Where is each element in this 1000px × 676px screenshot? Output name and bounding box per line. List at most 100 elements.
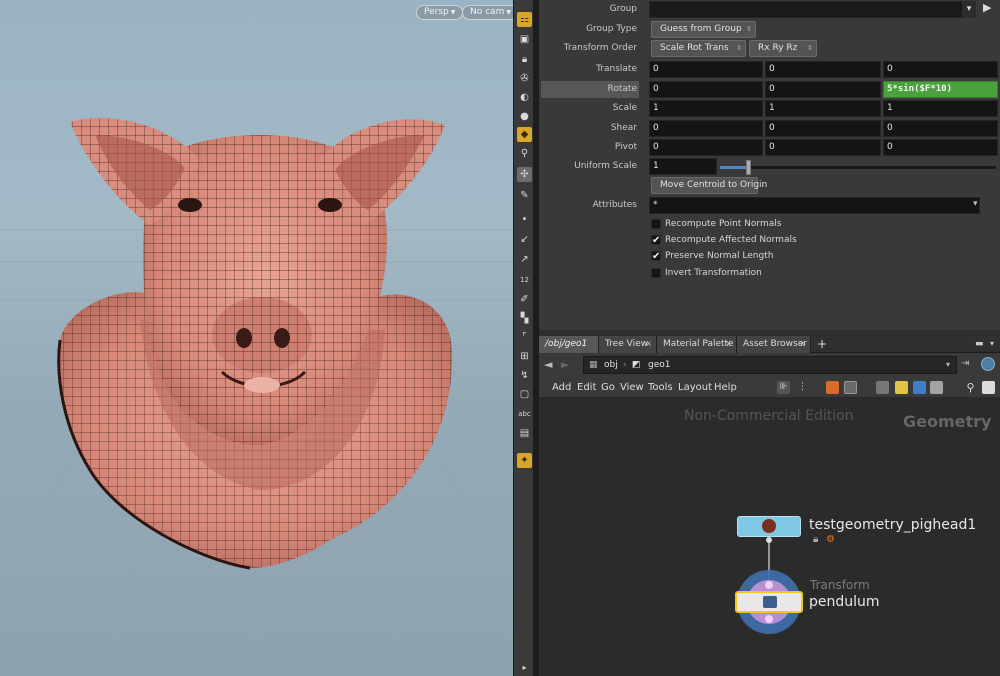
move-centroid-button[interactable]: Move Centroid to Origin — [651, 177, 767, 194]
ghost-icon[interactable]: ✇ — [517, 71, 532, 86]
close-icon[interactable]: × — [645, 336, 652, 352]
layout-icon[interactable]: ⊪ — [777, 381, 790, 394]
rotate-x-field[interactable]: 0 — [649, 81, 763, 98]
pivot-x-field[interactable]: 0 — [649, 139, 763, 156]
menu-edit[interactable]: Edit — [577, 378, 596, 398]
rotate-order-menu[interactable]: Rx Ry Rz ⇳ — [749, 40, 817, 57]
scale-z-field[interactable]: 1 — [883, 100, 998, 117]
scale-x-field[interactable]: 1 — [649, 100, 763, 117]
group-dropdown-icon[interactable]: ▾ — [962, 1, 976, 18]
pivot-z-field[interactable]: 0 — [883, 139, 998, 156]
uniform-scale-slider-handle[interactable] — [746, 160, 751, 175]
pane-menu-icon[interactable]: ▬ — [975, 336, 984, 352]
grid-icon[interactable] — [826, 381, 839, 394]
object-icon[interactable]: ▢ — [517, 387, 532, 402]
pighead-node-name[interactable]: testgeometry_pighead1 — [809, 517, 976, 533]
lock-camera-icon[interactable]: 🔒︎ — [517, 52, 532, 67]
pendulum-node-name[interactable]: pendulum — [809, 594, 880, 610]
light-bulb-icon[interactable]: ✦ — [517, 453, 532, 468]
menu-tools[interactable]: Tools — [648, 378, 673, 398]
tab-tree-view[interactable]: Tree View × — [599, 336, 657, 353]
group-field[interactable] — [649, 1, 976, 18]
tree-icon[interactable]: ⋮ — [796, 381, 809, 394]
translate-x-field[interactable]: 0 — [649, 61, 763, 78]
search-icon[interactable]: ⚲ — [964, 381, 977, 394]
close-icon[interactable]: × — [799, 336, 806, 352]
testgeometry-pighead-node[interactable] — [737, 516, 801, 537]
pivot-label: Pivot — [614, 142, 637, 152]
recompute-affected-normals-checkbox[interactable]: ✔ — [651, 235, 661, 246]
scale-y-field[interactable]: 1 — [765, 100, 881, 117]
shear-x-field[interactable]: 0 — [649, 120, 763, 137]
sticky-note-icon[interactable] — [895, 381, 908, 394]
back-arrow-icon[interactable]: ◄ — [544, 358, 558, 372]
display-icon[interactable]: ✣ — [517, 167, 532, 182]
normal-icon[interactable]: ↙ — [517, 232, 532, 247]
menu-layout[interactable]: Layout — [678, 378, 712, 398]
visualize-icon[interactable]: ✎ — [517, 188, 532, 203]
menu-view[interactable]: View — [620, 378, 644, 398]
perspective-menu-button[interactable]: Persp ▼ — [416, 5, 464, 20]
breadcrumb-obj[interactable]: obj — [604, 357, 618, 373]
select-icon[interactable]: ◆ — [517, 127, 532, 142]
shear-z-field[interactable]: 0 — [883, 120, 998, 137]
vertex-icon[interactable]: ⊞ — [517, 349, 532, 364]
point-icon[interactable]: • — [517, 212, 532, 227]
pighead-mesh[interactable] — [0, 0, 513, 676]
attributes-dropdown-icon[interactable]: ▾ — [973, 199, 978, 209]
preserve-normal-length-checkbox[interactable]: ✔ — [651, 251, 661, 262]
menu-go[interactable]: Go — [601, 378, 615, 398]
network-box-icon[interactable] — [913, 381, 926, 394]
expand-icon[interactable]: ▸ — [517, 660, 532, 675]
thumbnail-icon[interactable] — [844, 381, 857, 394]
menu-add[interactable]: Add — [552, 378, 571, 398]
add-tab-icon[interactable]: + — [817, 336, 827, 352]
pivot-y-field[interactable]: 0 — [765, 139, 881, 156]
pin-pane-icon[interactable]: ⇥ — [961, 358, 969, 369]
invert-transformation-checkbox[interactable] — [651, 268, 661, 278]
uv-icon[interactable]: ↯ — [517, 368, 532, 383]
shading-icon[interactable]: ◐ — [517, 90, 532, 105]
breadcrumb-geo1[interactable]: geo1 — [648, 357, 670, 373]
scene-viewport[interactable]: Persp ▼ No cam ▼ — [0, 0, 513, 676]
border-icon[interactable]: ⌜ — [517, 330, 532, 345]
camera-label: No cam — [470, 7, 505, 17]
forward-arrow-icon[interactable]: ► — [561, 358, 575, 372]
menu-help[interactable]: Help — [714, 378, 737, 398]
select-arrow-icon[interactable]: ▶ — [983, 1, 991, 14]
path-dropdown-icon[interactable]: ▾ — [946, 357, 950, 373]
tab-material-palette[interactable]: Material Palette × — [657, 336, 737, 353]
uniform-scale-field[interactable]: 1 — [649, 158, 717, 175]
rotate-y-field[interactable]: 0 — [765, 81, 881, 98]
handle-icon[interactable]: ⚲ — [517, 146, 532, 161]
camera-menu-button[interactable]: No cam ▼ — [462, 5, 513, 20]
display-options-icon[interactable]: ⚏ — [517, 12, 532, 27]
brush-icon[interactable]: ✐ — [517, 292, 532, 307]
camera-icon[interactable] — [982, 381, 995, 394]
attributes-field[interactable]: * — [649, 197, 980, 214]
translate-z-field[interactable]: 0 — [883, 61, 998, 78]
pendulum-transform-node[interactable] — [735, 591, 803, 613]
close-icon[interactable]: × — [725, 336, 732, 352]
number-icon[interactable]: 12 — [517, 272, 532, 287]
translate-y-field[interactable]: 0 — [765, 61, 881, 78]
snapshot-icon[interactable]: ▣ — [517, 32, 532, 47]
palette-icon[interactable] — [930, 381, 943, 394]
image-icon[interactable] — [876, 381, 889, 394]
abc-text-icon[interactable]: abc — [517, 406, 532, 421]
recompute-point-normals-checkbox[interactable] — [651, 219, 661, 229]
tab-asset-browser[interactable]: Asset Browser × — [737, 336, 811, 353]
shear-y-field[interactable]: 0 — [765, 120, 881, 137]
pane-dropdown-icon[interactable]: ▾ — [990, 336, 994, 352]
rotate-z-expression-field[interactable]: 5*sin($F*10) — [883, 81, 998, 98]
pin-icon[interactable]: ↗ — [517, 252, 532, 267]
group-type-menu[interactable]: Guess from Group ⇳ — [651, 21, 756, 38]
network-editor[interactable]: Non-Commercial Edition Geometry testgeom… — [539, 398, 1000, 676]
transform-order-menu[interactable]: Scale Rot Trans ⇳ — [651, 40, 746, 57]
uniform-scale-slider[interactable] — [720, 160, 996, 175]
texture-icon[interactable]: ▚ — [517, 311, 532, 326]
light-icon[interactable]: ● — [517, 109, 532, 124]
link-pane-icon[interactable] — [981, 357, 995, 371]
tab-obj-geo1[interactable]: /obj/geo1 — [539, 336, 599, 353]
flipbook-icon[interactable]: ▤ — [517, 426, 532, 441]
